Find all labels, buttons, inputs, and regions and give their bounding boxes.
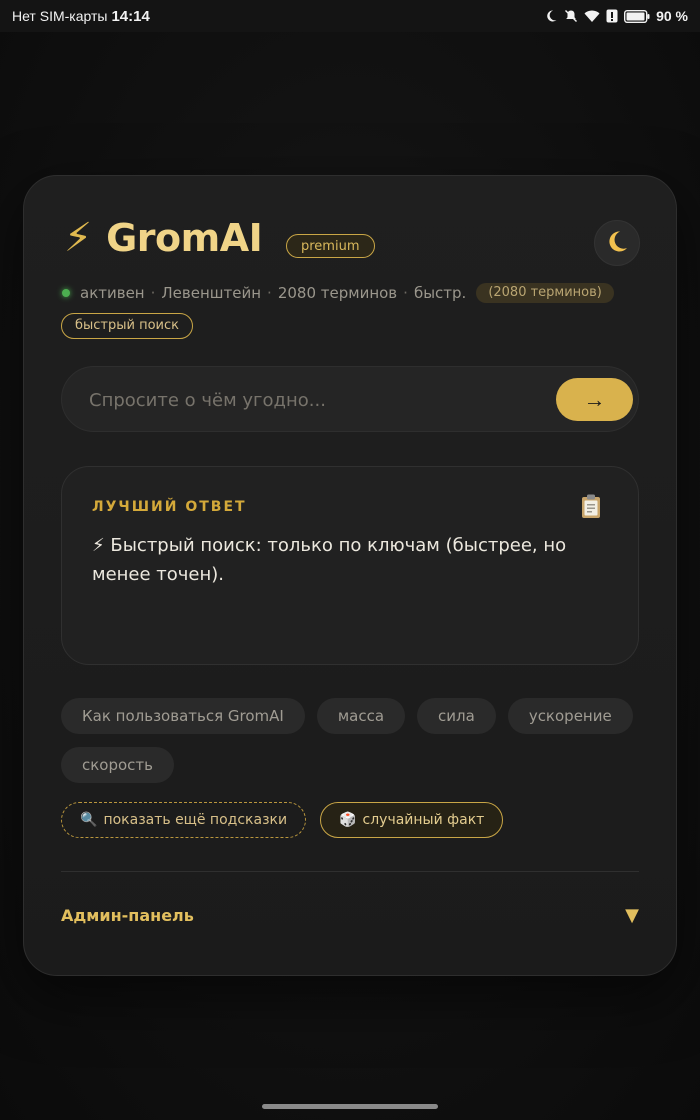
- admin-panel-toggle[interactable]: Админ-панель ▼: [61, 891, 639, 939]
- terms-count-badge: (2080 терминов): [476, 283, 614, 303]
- status-bar: Нет SIM-карты 14:14 90 %: [0, 0, 700, 32]
- clock: 14:14: [111, 7, 150, 25]
- show-more-hints-label: показать ещё подсказки: [103, 812, 288, 828]
- best-answer-text: ⚡ Быстрый поиск: только по ключам (быстр…: [92, 535, 567, 585]
- app-logo: ⚡ GromAI: [64, 215, 263, 261]
- search-bar: →: [61, 366, 639, 433]
- status-indicator-dot: [62, 289, 70, 297]
- status-bar-right: 90 %: [544, 8, 688, 24]
- status-mode: быстр.: [413, 284, 467, 302]
- chevron-down-icon: ▼: [625, 904, 639, 926]
- show-more-hints-button[interactable]: 🔍 показать ещё подсказки: [61, 802, 307, 838]
- action-buttons: 🔍 показать ещё подсказки 🎲 случайный фак…: [61, 802, 504, 838]
- lightning-icon: ⚡: [64, 215, 93, 261]
- suggestion-chip[interactable]: ускорение: [507, 698, 633, 734]
- admin-panel-label: Админ-панель: [61, 905, 194, 925]
- suggestion-chip[interactable]: сила: [417, 698, 496, 734]
- app-title: GromAI: [106, 216, 263, 260]
- wifi-icon: [584, 10, 600, 23]
- random-fact-label: случайный факт: [362, 812, 485, 828]
- do-not-disturb-icon: [544, 9, 558, 23]
- status-terms: 2080 терминов: [277, 284, 398, 302]
- clipboard-icon[interactable]: [579, 493, 603, 519]
- best-answer-label: ЛУЧШИЙ ОТВЕТ: [92, 499, 247, 515]
- suggestion-chips: Как пользоваться GromAI масса сила ускор…: [61, 698, 641, 783]
- alert-icon: [606, 9, 618, 23]
- best-answer-panel: ЛУЧШИЙ ОТВЕТ ⚡ Быстрый поиск: только по …: [61, 466, 639, 665]
- theme-toggle-button[interactable]: [594, 220, 640, 266]
- battery-icon: [624, 9, 650, 23]
- mute-bell-icon: [564, 9, 578, 23]
- status-bar-left: Нет SIM-карты 14:14: [12, 8, 150, 25]
- search-submit-button[interactable]: →: [556, 378, 633, 421]
- moon-icon: [605, 229, 629, 257]
- battery-percentage: 90 %: [656, 8, 688, 24]
- main-card: ⚡ GromAI premium активен · Левенштейн · …: [23, 175, 677, 976]
- random-fact-button[interactable]: 🎲 случайный факт: [320, 802, 504, 838]
- suggestion-chip[interactable]: масса: [316, 698, 406, 734]
- carrier-label: Нет SIM-карты: [12, 8, 108, 24]
- premium-badge: premium: [286, 234, 375, 258]
- engine-status: активен · Левенштейн · 2080 терминов · б…: [62, 283, 614, 303]
- suggestion-chip[interactable]: скорость: [61, 747, 175, 783]
- section-divider: [61, 871, 639, 872]
- magnifier-icon: 🔍: [80, 812, 98, 828]
- status-algorithm: Левенштейн: [161, 284, 262, 302]
- dice-icon: 🎲: [339, 812, 357, 828]
- status-state: активен: [80, 284, 145, 302]
- search-mode-badge: быстрый поиск: [61, 313, 193, 339]
- home-indicator[interactable]: [262, 1104, 438, 1109]
- search-input[interactable]: [87, 367, 551, 433]
- suggestion-chip[interactable]: Как пользоваться GromAI: [61, 698, 305, 734]
